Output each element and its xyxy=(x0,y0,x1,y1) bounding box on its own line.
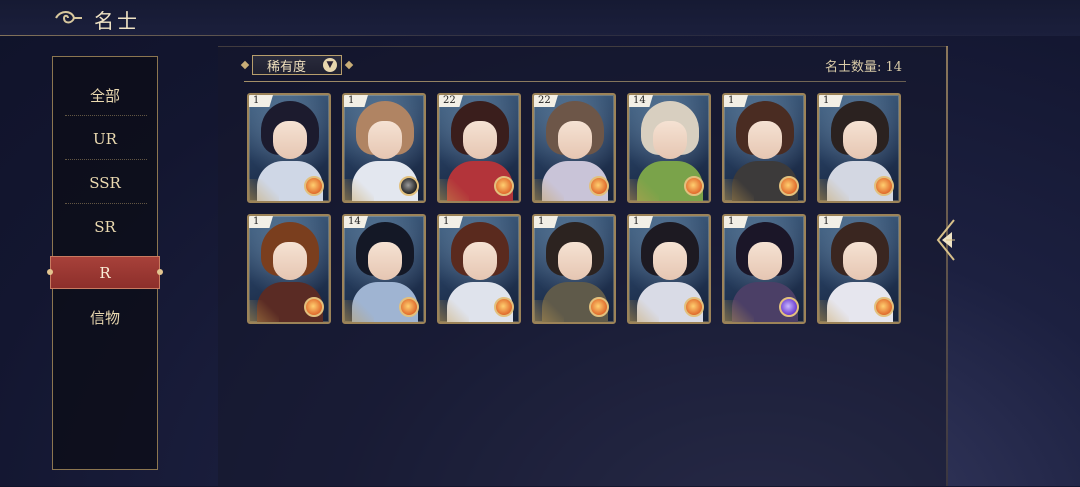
top-bar-divider xyxy=(0,35,1080,36)
card-ornament xyxy=(344,300,374,322)
card-ornament xyxy=(534,179,564,201)
level-badge: 1 xyxy=(629,216,653,228)
character-card[interactable]: 14 xyxy=(627,93,711,203)
faction-emblem-icon xyxy=(874,176,894,196)
sidebar-item-ur[interactable]: UR xyxy=(63,117,147,161)
faction-emblem-icon xyxy=(304,176,324,196)
level-badge: 14 xyxy=(344,216,368,228)
level-badge: 1 xyxy=(534,216,558,228)
panel-edge xyxy=(946,46,948,486)
level-badge: 1 xyxy=(819,95,843,107)
rarity-filter-label: 稀有度 xyxy=(267,59,307,75)
back-swirl-icon[interactable] xyxy=(54,8,84,28)
chevron-down-icon: ▼ xyxy=(323,58,337,72)
top-bar xyxy=(0,0,1080,36)
expand-arrow-icon[interactable] xyxy=(934,218,956,262)
card-ornament xyxy=(724,179,754,201)
character-card[interactable]: 1 xyxy=(532,214,616,324)
portrait-face xyxy=(843,242,877,280)
card-ornament xyxy=(534,300,564,322)
card-ornament xyxy=(819,300,849,322)
faction-emblem-icon xyxy=(589,176,609,196)
faction-emblem-icon xyxy=(684,176,704,196)
portrait-face xyxy=(463,242,497,280)
sidebar-item-sr[interactable]: SR xyxy=(63,205,147,249)
portrait-face xyxy=(653,121,687,159)
portrait-face xyxy=(558,121,592,159)
character-card[interactable]: 1 xyxy=(722,93,806,203)
sidebar-item-r[interactable]: R xyxy=(47,256,163,289)
character-card[interactable]: 1 xyxy=(722,214,806,324)
card-ornament xyxy=(629,300,659,322)
sidebar-divider xyxy=(65,115,147,116)
sidebar-item-label: R xyxy=(99,263,111,282)
character-count: 名士数量: 14 xyxy=(824,60,902,75)
portrait-face xyxy=(463,121,497,159)
rarity-filter-dropdown[interactable]: 稀有度 ▼ xyxy=(252,55,342,75)
faction-emblem-icon xyxy=(779,176,799,196)
faction-emblem-icon xyxy=(684,297,704,317)
card-ornament xyxy=(249,300,279,322)
faction-emblem-icon xyxy=(494,297,514,317)
character-card[interactable]: 14 xyxy=(342,214,426,324)
character-card[interactable]: 1 xyxy=(247,93,331,203)
faction-emblem-icon xyxy=(779,297,799,317)
level-badge: 1 xyxy=(724,95,748,107)
portrait-face xyxy=(368,242,402,280)
portrait-face xyxy=(273,242,307,280)
faction-emblem-icon xyxy=(399,176,419,196)
portrait-face xyxy=(748,242,782,280)
sidebar-item-token[interactable]: 信物 xyxy=(63,295,147,339)
sidebar-item-all[interactable]: 全部 xyxy=(63,73,147,117)
page-title: 名士 xyxy=(94,9,140,33)
faction-emblem-icon xyxy=(399,297,419,317)
character-card[interactable]: 1 xyxy=(627,214,711,324)
level-badge: 22 xyxy=(534,95,558,107)
card-ornament xyxy=(439,300,469,322)
category-sidebar: 全部 UR SSR SR R 信物 xyxy=(47,56,163,470)
card-ornament xyxy=(249,179,279,201)
level-badge: 1 xyxy=(344,95,368,107)
portrait-face xyxy=(368,121,402,159)
sidebar-item-ssr[interactable]: SSR xyxy=(63,161,147,205)
level-badge: 1 xyxy=(724,216,748,228)
character-card[interactable]: 1 xyxy=(247,214,331,324)
character-card[interactable]: 1 xyxy=(437,214,521,324)
card-ornament xyxy=(629,179,659,201)
active-marker-right xyxy=(157,269,163,275)
faction-emblem-icon xyxy=(304,297,324,317)
portrait-face xyxy=(273,121,307,159)
portrait-face xyxy=(748,121,782,159)
character-card[interactable]: 1 xyxy=(817,93,901,203)
level-badge: 1 xyxy=(249,216,273,228)
faction-emblem-icon xyxy=(494,176,514,196)
character-card[interactable]: 1 xyxy=(342,93,426,203)
faction-emblem-icon xyxy=(874,297,894,317)
card-ornament xyxy=(344,179,374,201)
character-card[interactable]: 22 xyxy=(437,93,521,203)
character-card[interactable]: 1 xyxy=(817,214,901,324)
header-divider xyxy=(244,81,906,82)
faction-emblem-icon xyxy=(589,297,609,317)
active-marker-left xyxy=(47,269,53,275)
portrait-face xyxy=(558,242,592,280)
portrait-face xyxy=(653,242,687,280)
level-badge: 22 xyxy=(439,95,463,107)
card-ornament xyxy=(819,179,849,201)
level-badge: 1 xyxy=(819,216,843,228)
card-ornament xyxy=(724,300,754,322)
sidebar-divider xyxy=(65,203,147,204)
card-ornament xyxy=(439,179,469,201)
sidebar-divider xyxy=(65,159,147,160)
portrait-face xyxy=(843,121,877,159)
level-badge: 1 xyxy=(249,95,273,107)
level-badge: 1 xyxy=(439,216,463,228)
level-badge: 14 xyxy=(629,95,653,107)
character-card[interactable]: 22 xyxy=(532,93,616,203)
